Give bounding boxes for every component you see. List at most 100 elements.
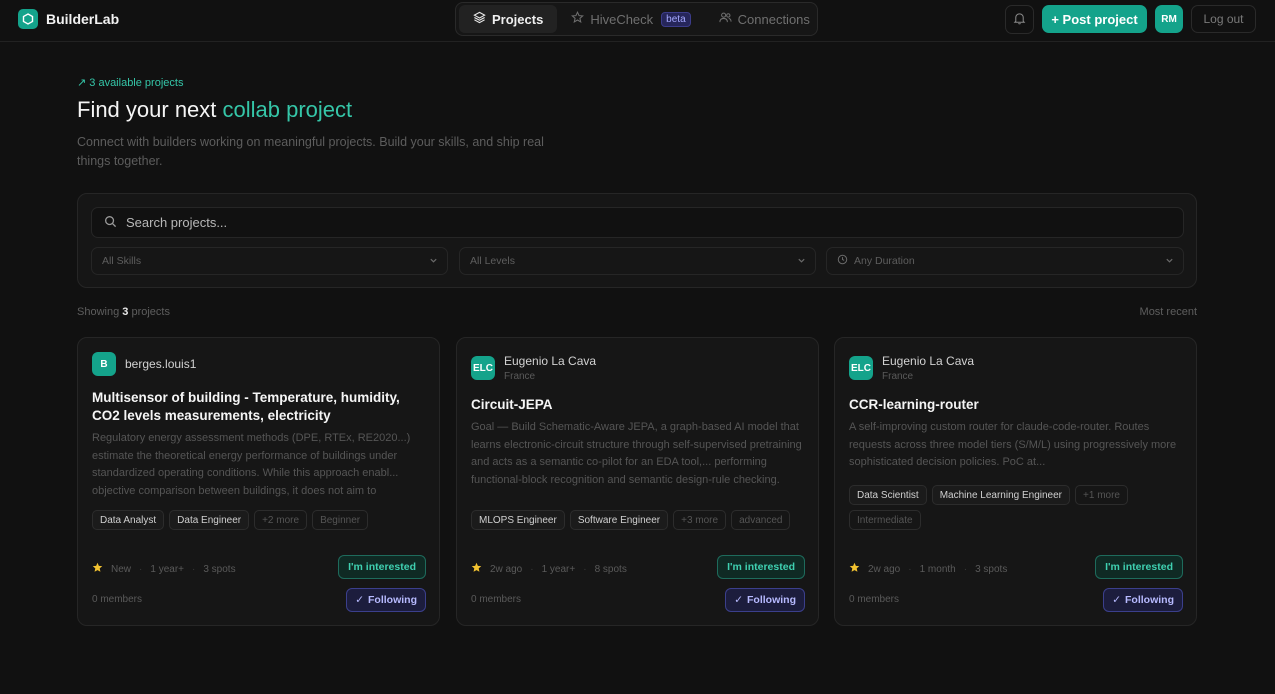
owner-location: France (504, 371, 536, 382)
project-meta: New · 1 year+ · 3 spots (92, 562, 236, 576)
separator: · (530, 563, 534, 575)
project-meta: 2w ago · 1 month · 3 spots (849, 562, 1007, 576)
project-card[interactable]: ELC Eugenio La Cava France CCR-learning-… (834, 337, 1197, 626)
separator: · (963, 563, 968, 575)
project-description: Regulatory energy assessment methods (DP… (92, 432, 411, 497)
logout-button[interactable]: Log out (1191, 5, 1256, 33)
notifications-button[interactable] (1005, 5, 1034, 34)
star-icon (92, 562, 103, 576)
posted-status: 2w ago (490, 563, 523, 575)
owner-name: Eugenio La Cava (504, 354, 597, 368)
hexagon-logo-icon (18, 9, 38, 29)
project-owner[interactable]: B berges.louis1 (92, 352, 196, 376)
skill-tag: Data Scientist (849, 485, 927, 505)
showing-suffix: projects (128, 306, 170, 318)
app-name: BuilderLab (46, 11, 120, 27)
skill-tag: MLOPS Engineer (471, 510, 565, 530)
tab-projects[interactable]: Projects (459, 5, 558, 33)
star-icon (471, 562, 482, 576)
project-title[interactable]: Multisensor of building - Temperature, h… (92, 389, 427, 425)
chevron-down-icon (429, 256, 438, 268)
tab-label: Connections (737, 11, 810, 27)
page-subtitle: Connect with builders working on meaning… (77, 135, 544, 168)
owner-name: berges.louis1 (125, 357, 197, 371)
separator: · (583, 563, 587, 575)
project-owner[interactable]: ELC Eugenio La Cava France (849, 354, 974, 382)
page-title: Find your next collab project (77, 97, 352, 123)
check-icon: ✓ (1112, 594, 1121, 606)
star-icon (849, 562, 860, 576)
owner-avatar: ELC (471, 356, 495, 380)
tab-label: HiveCheck (590, 11, 654, 27)
duration-select-value: Any Duration (854, 255, 915, 267)
levels-select[interactable]: All Levels (459, 247, 816, 275)
chevron-down-icon (797, 256, 806, 268)
project-description: Goal — Build Schematic-Aware JEPA, a gra… (471, 421, 802, 486)
following-button[interactable]: ✓ Following (346, 588, 426, 612)
tab-hivecheck[interactable]: HiveCheck beta (557, 5, 704, 33)
tab-label: Projects (492, 11, 544, 27)
levels-select-value: All Levels (470, 255, 515, 267)
project-tags: Data Scientist Machine Learning Engineer… (849, 485, 1184, 530)
interested-button[interactable]: I'm interested (338, 555, 426, 579)
project-card[interactable]: B berges.louis1 Multisensor of building … (77, 337, 440, 626)
showing-prefix: Showing (77, 306, 123, 318)
posted-status: 2w ago (868, 563, 901, 575)
main-nav: Projects HiveCheck beta Connections (455, 2, 818, 36)
skills-select[interactable]: All Skills (91, 247, 448, 275)
project-title[interactable]: CCR-learning-router (849, 396, 1184, 414)
owner-avatar: ELC (849, 356, 873, 380)
interested-button[interactable]: I'm interested (717, 555, 805, 579)
following-label: Following (368, 594, 417, 606)
following-label: Following (747, 594, 796, 606)
title-accent: collab project (222, 97, 353, 122)
project-title[interactable]: Circuit-JEPA (471, 396, 806, 414)
layers-icon (473, 11, 486, 27)
project-tags: Data Analyst Data Engineer +2 more Begin… (92, 510, 427, 530)
owner-name: Eugenio La Cava (882, 354, 975, 368)
owner-location: France (882, 371, 914, 382)
project-meta: 2w ago · 1 year+ · 8 spots (471, 562, 627, 576)
post-project-button[interactable]: + Post project (1042, 5, 1147, 33)
separator: · (139, 563, 143, 575)
interested-button[interactable]: I'm interested (1095, 555, 1183, 579)
following-label: Following (1125, 594, 1174, 606)
project-spots: 8 spots (594, 563, 627, 575)
owner-avatar: B (92, 352, 116, 376)
level-tag: Beginner (312, 510, 369, 530)
following-button[interactable]: ✓ Following (1103, 588, 1183, 612)
project-duration: 1 month (919, 563, 956, 575)
search-box[interactable] (91, 207, 1184, 238)
user-avatar[interactable]: RM (1155, 5, 1183, 33)
following-button[interactable]: ✓ Following (725, 588, 805, 612)
project-duration: 1 year+ (541, 563, 576, 575)
posted-status: New (111, 563, 132, 575)
project-spots: 3 spots (975, 563, 1008, 575)
project-spots: 3 spots (203, 563, 236, 575)
search-input[interactable] (126, 215, 1126, 230)
separator: · (908, 563, 912, 575)
skill-tag: Data Analyst (92, 510, 165, 530)
clock-icon (837, 254, 848, 268)
brand[interactable]: BuilderLab (18, 9, 119, 29)
users-icon (719, 11, 732, 27)
star-icon (571, 10, 585, 27)
skills-select-value: All Skills (102, 255, 142, 267)
level-tag: advanced (731, 510, 791, 530)
filter-panel: All Skills All Levels Any Duration (77, 193, 1197, 288)
members-count: 0 members (849, 594, 900, 605)
project-description: A self-improving custom router for claud… (849, 421, 1177, 468)
duration-select[interactable]: Any Duration (826, 247, 1184, 275)
project-duration: 1 year+ (150, 563, 184, 575)
tab-connections[interactable]: Connections (705, 5, 824, 33)
project-owner[interactable]: ELC Eugenio La Cava France (471, 354, 596, 382)
project-card[interactable]: ELC Eugenio La Cava France Circuit-JEPA … (456, 337, 819, 626)
check-icon: ✓ (355, 594, 364, 606)
separator: · (192, 563, 196, 575)
results-count: Showing 3 projects (77, 306, 170, 318)
members-count: 0 members (471, 594, 522, 605)
search-icon (104, 215, 117, 231)
more-tags: +2 more (254, 510, 308, 530)
sort-select[interactable]: Most recent (1140, 306, 1197, 318)
more-tags: +1 more (1075, 485, 1128, 505)
